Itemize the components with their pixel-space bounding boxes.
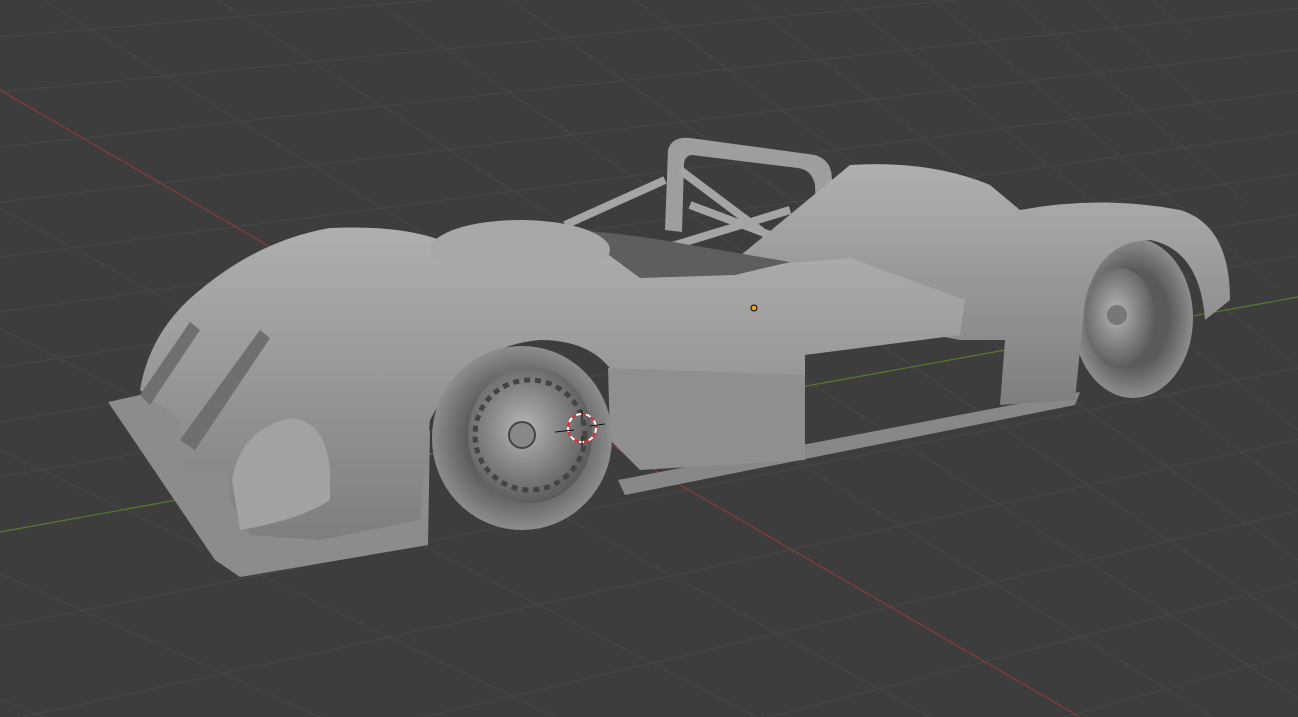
side-pod bbox=[608, 368, 805, 470]
rear-hub bbox=[1107, 305, 1127, 325]
car-model[interactable] bbox=[108, 137, 1230, 577]
viewport-scene[interactable] bbox=[0, 0, 1298, 717]
grid-line bbox=[1063, 652, 1298, 717]
grid-line bbox=[0, 0, 956, 93]
grid-line bbox=[1153, 0, 1193, 37]
grid-line bbox=[766, 581, 1298, 717]
front-hub-nut bbox=[508, 421, 536, 449]
3d-viewport[interactable] bbox=[0, 0, 1298, 717]
headrest-fairing bbox=[430, 220, 610, 280]
object-origin-dot bbox=[750, 304, 758, 312]
grid-line bbox=[1087, 0, 1221, 121]
grid-line bbox=[0, 0, 432, 38]
